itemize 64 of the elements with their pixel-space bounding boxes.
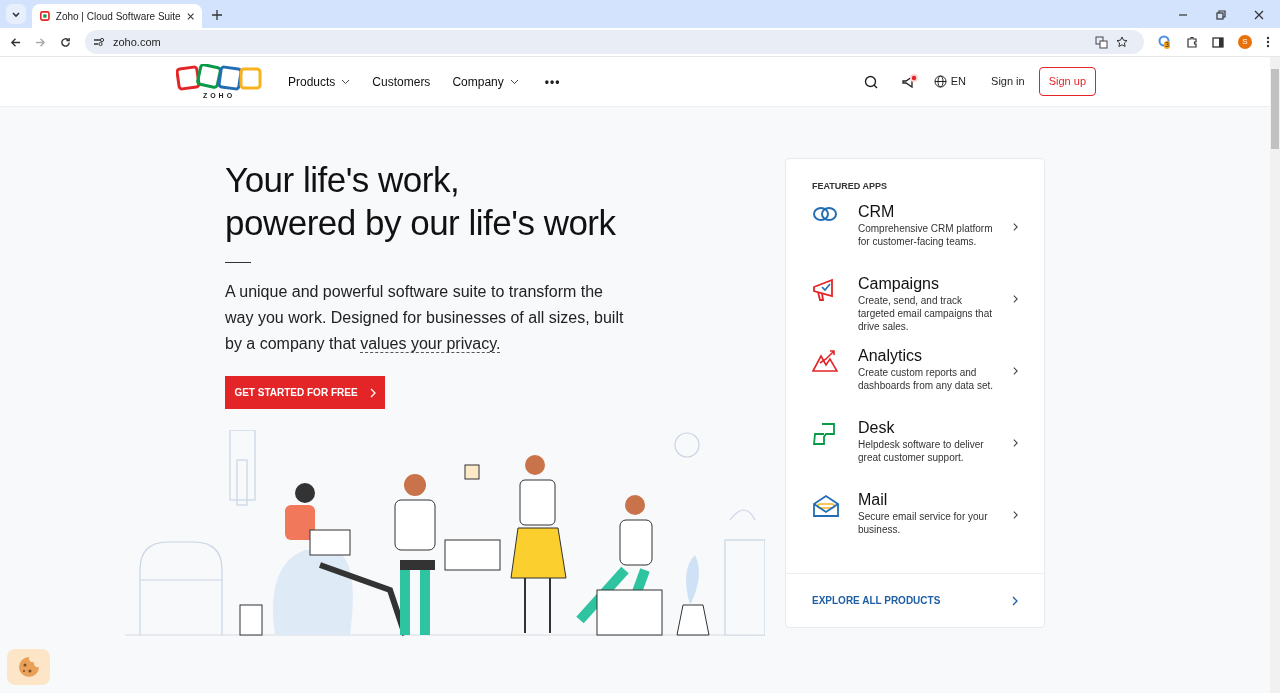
app-description: Helpdesk software to deliver great customer support.: [858, 437, 985, 464]
nav-link[interactable]: Products: [288, 72, 351, 91]
featured-app-item[interactable]: Mail Secure email service for your business.: [786, 489, 1044, 562]
app-description: Secure email service for your business.: [858, 509, 989, 536]
hero-description: A unique and powerful software suite to transform the way you work. Designed for businesses of all sizes, built by a company that values your privacy.: [225, 282, 625, 355]
app-description: Create, send, and track targeted email campaigns that drive sales.: [858, 293, 993, 333]
app-description: Create custom reports and dashboards from any data set.: [858, 365, 995, 392]
caret-icon: [11, 9, 21, 19]
search-icon[interactable]: [863, 74, 878, 89]
featured-app-item[interactable]: Analytics Create custom reports and dashboards from any data set.: [786, 345, 1044, 418]
explore-all-products-link[interactable]: EXPLORE ALL PRODUCTS: [786, 573, 1044, 627]
app-name: Campaigns: [858, 273, 940, 294]
puzzle-icon[interactable]: [1186, 36, 1198, 48]
hero-heading: Your life's work, powered by our life's work: [225, 159, 617, 244]
chevron-icon: [1013, 509, 1018, 520]
megaphone-icon[interactable]: [901, 73, 919, 90]
nav-link[interactable]: Company: [452, 72, 519, 91]
logo-squares-icon: [175, 63, 263, 92]
address-bar[interactable]: zoho.com: [85, 30, 1144, 54]
restore-icon[interactable]: [1216, 10, 1226, 20]
app-name: CRM: [858, 201, 896, 222]
scrollbar[interactable]: [1270, 57, 1280, 693]
tab-list-button[interactable]: [6, 4, 26, 24]
nav-link[interactable]: Customers: [372, 72, 431, 91]
chevron-icon: [1013, 293, 1018, 304]
chart-arrow-icon: [812, 349, 838, 372]
cookie-icon: [17, 656, 40, 678]
extension-icon: [1158, 35, 1170, 47]
url-text: zoho.com: [113, 34, 161, 50]
language-selector[interactable]: EN: [950, 73, 967, 90]
featured-app-item[interactable]: Desk Helpdesk software to deliver great customer support.: [786, 417, 1044, 490]
browser-tab[interactable]: Zoho | Cloud Software Suite: [32, 4, 202, 28]
side-panel-icon[interactable]: [1212, 36, 1224, 48]
chevron-icon: [1013, 221, 1018, 232]
sign-in-link[interactable]: Sign in: [991, 73, 1025, 90]
chevron-icon: [1013, 365, 1018, 376]
featured-app-item[interactable]: Campaigns Create, send, and track targeted email campaigns that drive sales.: [786, 273, 1044, 346]
sign-up-button[interactable]: Sign up: [1038, 67, 1096, 96]
back-icon[interactable]: [10, 36, 21, 48]
close-icon[interactable]: [186, 11, 194, 21]
get-started-button[interactable]: GET STARTED FOR FREE: [225, 376, 385, 409]
reload-icon[interactable]: [60, 36, 71, 48]
app-name: Analytics: [858, 345, 924, 366]
app-description: Comprehensive CRM platform for customer-facing teams.: [858, 221, 994, 248]
featured-apps-heading: FEATURED APPS: [812, 180, 888, 193]
close-icon[interactable]: [1254, 10, 1264, 20]
chevron-icon: [1012, 595, 1018, 606]
featured-app-item[interactable]: CRM Comprehensive CRM platform for customer-facing teams.: [786, 201, 1044, 274]
favicon-icon: [40, 10, 50, 22]
envelope-icon: [812, 493, 840, 518]
new-tab-icon[interactable]: [212, 10, 222, 20]
chevron-icon: [1013, 437, 1018, 448]
more-menu[interactable]: •••: [544, 72, 561, 91]
chevron-icon: [369, 387, 376, 398]
app-name: Desk: [858, 417, 896, 438]
translate-icon[interactable]: [1095, 35, 1108, 49]
globe-icon[interactable]: [933, 75, 947, 88]
app-name: Mail: [858, 489, 889, 510]
site-settings-icon[interactable]: [93, 37, 105, 47]
star-icon[interactable]: [1116, 36, 1128, 48]
privacy-link[interactable]: values your privacy.: [360, 335, 501, 353]
menu-icon[interactable]: [1266, 36, 1270, 48]
linked-rings-icon: [812, 205, 838, 222]
tab-title: Zoho | Cloud Software Suite: [55, 9, 181, 24]
